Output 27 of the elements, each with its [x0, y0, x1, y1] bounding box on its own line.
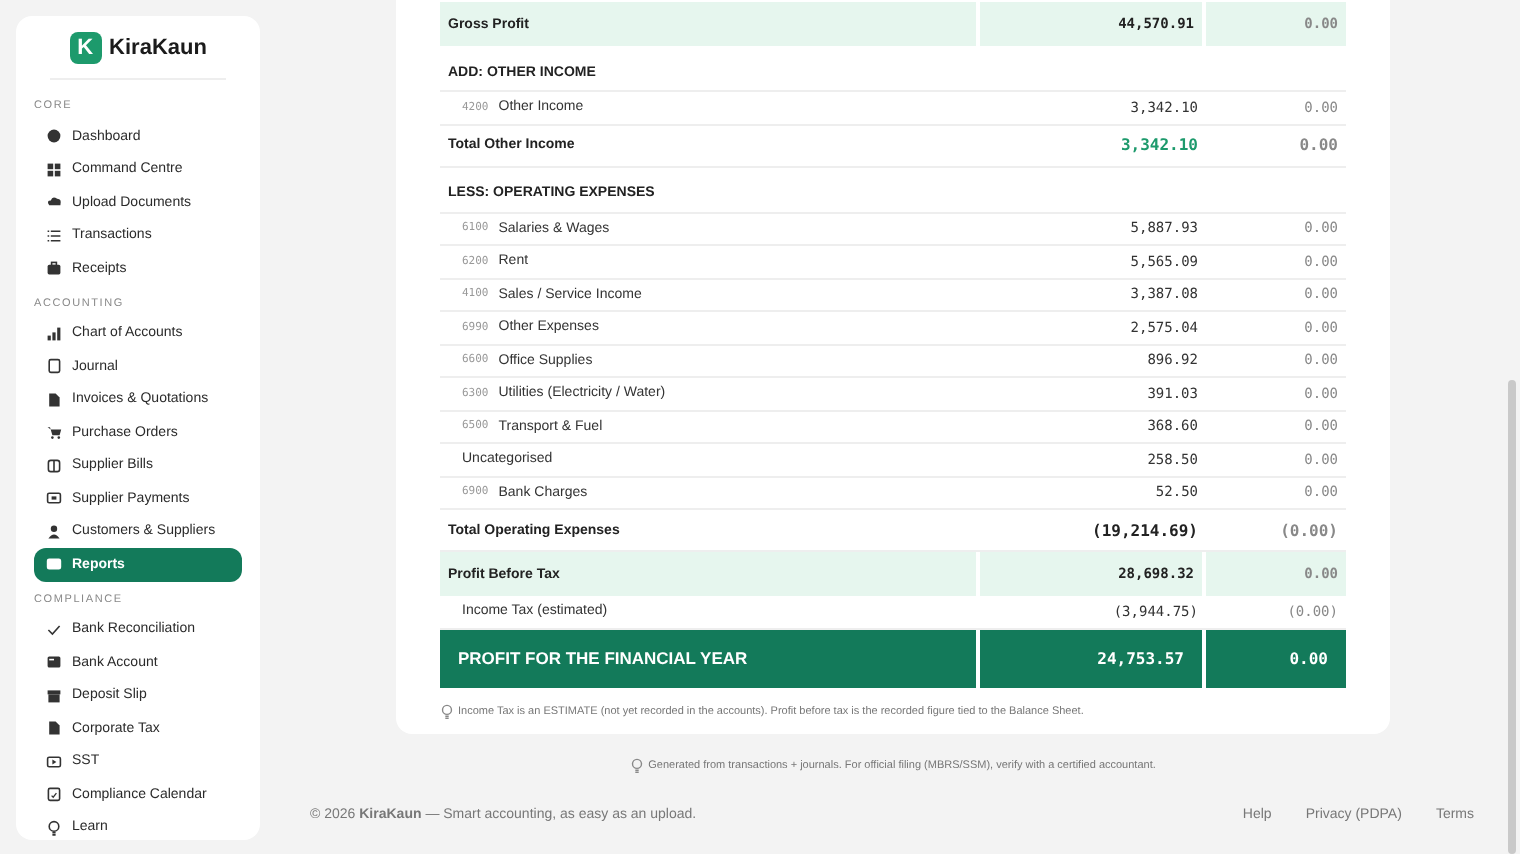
logo-icon: K [69, 32, 102, 64]
cart-icon [46, 424, 62, 441]
check-icon [46, 621, 62, 638]
lightbulb-icon [630, 758, 645, 774]
briefcase-icon [46, 260, 62, 277]
amount: 3,342.10 [1118, 136, 1200, 154]
lightbulb-icon [440, 703, 454, 719]
brand-name: KiraKaun [109, 36, 207, 60]
amount: 0.00 [1287, 647, 1330, 671]
card-icon [46, 654, 62, 671]
document-icon [46, 720, 62, 737]
document-icon [46, 391, 62, 408]
amount: 24,753.57 [976, 629, 1206, 687]
person-icon [46, 523, 62, 540]
amount: 0.00 [1297, 136, 1340, 154]
play-icon [46, 753, 62, 770]
row-label: PROFIT FOR THE FINANCIAL YEAR [456, 646, 750, 672]
amount: (19,214.69) [1090, 521, 1200, 539]
list-icon [46, 227, 62, 244]
cloud-icon [46, 194, 62, 211]
notebook-icon [46, 358, 62, 375]
calendar-icon [46, 786, 62, 803]
scrollbar[interactable] [1508, 380, 1516, 854]
grid-icon [46, 161, 62, 178]
bar-chart-icon [46, 325, 62, 342]
lightbulb-icon [46, 819, 62, 836]
amount: (0.00) [1278, 521, 1340, 539]
